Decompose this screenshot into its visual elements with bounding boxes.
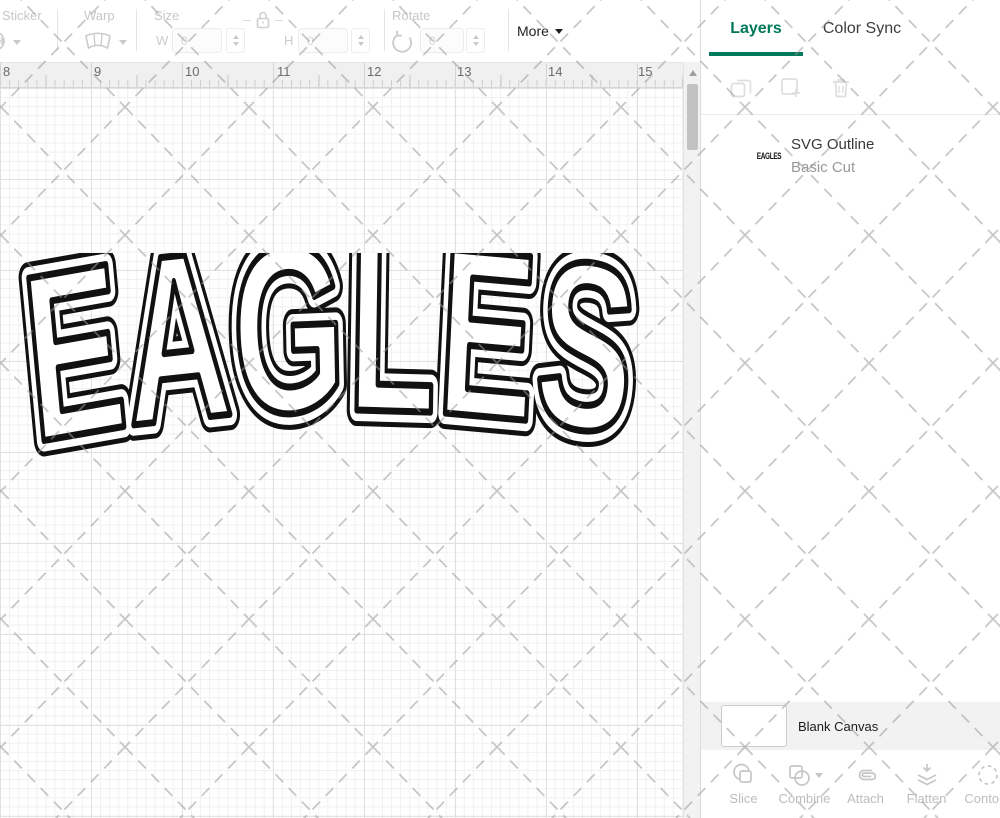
layer-title: SVG Outline	[791, 133, 874, 156]
toolbar-divider	[508, 9, 509, 51]
eagles-artwork[interactable]: EAGLES EAGLES EAGLES	[18, 253, 658, 478]
combine-button[interactable]: Combine	[774, 750, 835, 818]
toolbar-divider	[136, 9, 137, 51]
ruler-number: 15	[638, 64, 652, 79]
canvas-vertical-scrollbar[interactable]	[683, 62, 700, 818]
artwork-letters: EAGLES	[18, 253, 645, 478]
flatten-button[interactable]: Flatten	[896, 750, 957, 818]
attach-button[interactable]: Attach	[835, 750, 896, 818]
app-window: Sticker Warp Size W H	[0, 0, 1000, 818]
layer-actions-bar: Slice Combine Attach	[701, 750, 1000, 818]
sticker-dropdown-caret-icon[interactable]	[13, 40, 21, 45]
rotate-icon[interactable]	[391, 30, 414, 53]
combine-label: Combine	[778, 791, 830, 806]
layer-text: SVG Outline Basic Cut	[791, 133, 874, 179]
top-toolbar: Sticker Warp Size W H	[0, 0, 700, 62]
attach-label: Attach	[847, 791, 884, 806]
combine-caret-icon	[815, 773, 823, 778]
layer-subtitle: Basic Cut	[791, 156, 874, 179]
duplicate-layer-icon[interactable]	[779, 76, 803, 100]
sticker-icon[interactable]	[0, 30, 12, 52]
more-label: More	[517, 23, 549, 39]
blank-canvas-label: Blank Canvas	[798, 719, 878, 734]
rotate-section-label: Rotate	[392, 8, 430, 23]
layer-thumbnail: EAGLES	[753, 147, 785, 165]
lock-icon	[254, 9, 272, 31]
toolbar-divider	[384, 9, 385, 51]
tab-color-sync[interactable]: Color Sync	[803, 20, 921, 56]
rotate-input[interactable]	[420, 28, 464, 53]
layer-row-svg-outline[interactable]: EAGLES SVG Outline Basic Cut	[701, 115, 1000, 197]
height-stepper[interactable]	[351, 28, 370, 53]
group-layers-icon[interactable]	[729, 76, 753, 100]
layer-thumbnail-text: EAGLES	[757, 151, 781, 161]
ruler-number: 12	[367, 64, 381, 79]
ruler-number: 14	[548, 64, 562, 79]
ruler-number: 13	[457, 64, 471, 79]
sticker-section-label: Sticker	[2, 8, 42, 23]
panel-tabs: Layers Color Sync	[701, 0, 1000, 56]
rotate-stepper[interactable]	[466, 28, 485, 53]
scrollbar-thumb[interactable]	[687, 84, 698, 150]
layers-panel: Layers Color Sync EAGLES	[700, 0, 1000, 818]
more-caret-icon	[555, 29, 563, 34]
svg-text:EAGLES: EAGLES	[18, 253, 645, 478]
size-section-label: Size	[154, 8, 179, 23]
lock-connector-line	[243, 20, 251, 21]
height-input[interactable]	[298, 28, 348, 53]
toolbar-divider	[57, 9, 58, 51]
blank-canvas-swatch[interactable]	[721, 705, 787, 747]
warp-icon[interactable]	[84, 31, 112, 51]
design-canvas[interactable]: EAGLES EAGLES EAGLES	[0, 88, 683, 818]
attach-icon	[853, 762, 879, 788]
height-label: H	[284, 33, 293, 48]
warp-section-label: Warp	[84, 8, 115, 23]
more-button[interactable]: More	[517, 23, 563, 39]
flatten-icon	[914, 762, 940, 788]
contour-icon	[975, 762, 1000, 788]
slice-icon	[731, 762, 757, 788]
width-label: W	[156, 33, 168, 48]
delete-layer-icon[interactable]	[829, 76, 853, 100]
contour-button[interactable]: Contour	[957, 750, 1000, 818]
slice-label: Slice	[729, 791, 757, 806]
horizontal-ruler: 8 9 10 11 12 13 14 15	[0, 62, 683, 88]
tab-layers[interactable]: Layers	[709, 20, 803, 56]
size-lock[interactable]	[243, 9, 283, 33]
layer-tools-row	[701, 56, 1000, 114]
lock-connector-line	[275, 20, 283, 21]
blank-canvas-row[interactable]: Blank Canvas	[701, 702, 1000, 750]
combine-icon	[786, 762, 812, 788]
contour-label: Contour	[964, 791, 1000, 806]
ruler-number: 8	[3, 64, 10, 79]
scroll-up-arrow-icon[interactable]	[684, 66, 701, 80]
ruler-number: 10	[185, 64, 199, 79]
ruler-number: 9	[94, 64, 101, 79]
warp-dropdown-caret-icon[interactable]	[119, 40, 127, 45]
slice-button[interactable]: Slice	[713, 750, 774, 818]
width-input[interactable]	[172, 28, 222, 53]
flatten-label: Flatten	[907, 791, 947, 806]
ruler-number: 11	[277, 64, 291, 79]
